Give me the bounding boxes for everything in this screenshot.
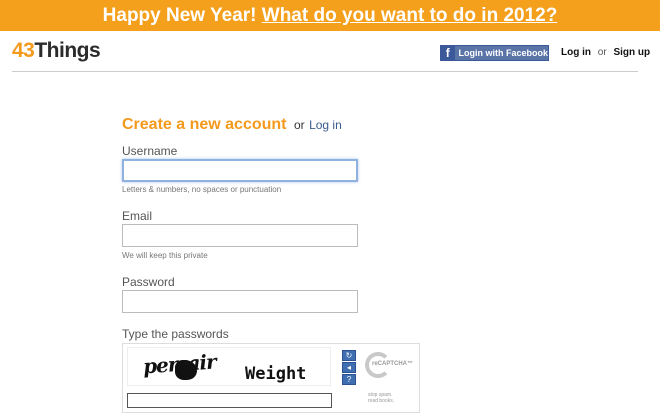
logo-word: Things [34, 39, 101, 62]
banner-link[interactable]: What do you want to do in 2012? [262, 5, 558, 26]
facebook-icon: f [441, 46, 455, 60]
email-hint: We will keep this private [122, 251, 208, 260]
captcha-ink-blot [175, 360, 197, 380]
header-divider [12, 71, 638, 72]
page-title: Create a new account [122, 116, 287, 133]
logo-number: 43 [12, 39, 35, 62]
promo-banner: Happy New Year! What do you want to do i… [0, 0, 660, 31]
captcha-response-field[interactable] [127, 393, 332, 408]
recaptcha-tagline: stop spam. read books. [368, 392, 394, 404]
help-icon[interactable]: ? [342, 374, 356, 385]
heading-login-link[interactable]: Log in [309, 118, 342, 132]
header-or-text: or [597, 47, 607, 58]
password-field[interactable] [122, 290, 358, 313]
form-heading: Create a new account or Log in [122, 115, 342, 135]
audio-icon[interactable]: ◂ [342, 362, 356, 373]
email-field[interactable] [122, 224, 358, 247]
captcha-label: Type the passwords [122, 327, 229, 341]
username-hint: Letters & numbers, no spaces or punctuat… [122, 185, 282, 194]
refresh-icon[interactable]: ↻ [342, 350, 356, 361]
email-label: Email [122, 209, 153, 223]
header-signup-link[interactable]: Sign up [613, 47, 650, 58]
captcha-word-2: Weight [245, 364, 307, 384]
username-label: Username [122, 144, 178, 158]
login-with-facebook-button[interactable]: f Login with Facebook [440, 45, 549, 61]
heading-or-text: or [293, 118, 305, 132]
username-field[interactable] [122, 159, 358, 182]
recaptcha-tagline-2: read books. [368, 398, 395, 404]
site-logo[interactable]: 43Things [12, 39, 101, 63]
account-links: Log in or Sign up [561, 47, 650, 59]
header-login-link[interactable]: Log in [561, 47, 591, 58]
password-label: Password [122, 275, 175, 289]
recaptcha-brand: reCAPTCHA™ [372, 360, 414, 368]
banner-greeting: Happy New Year! [102, 5, 257, 26]
facebook-button-label: Login with Facebook [458, 48, 549, 58]
